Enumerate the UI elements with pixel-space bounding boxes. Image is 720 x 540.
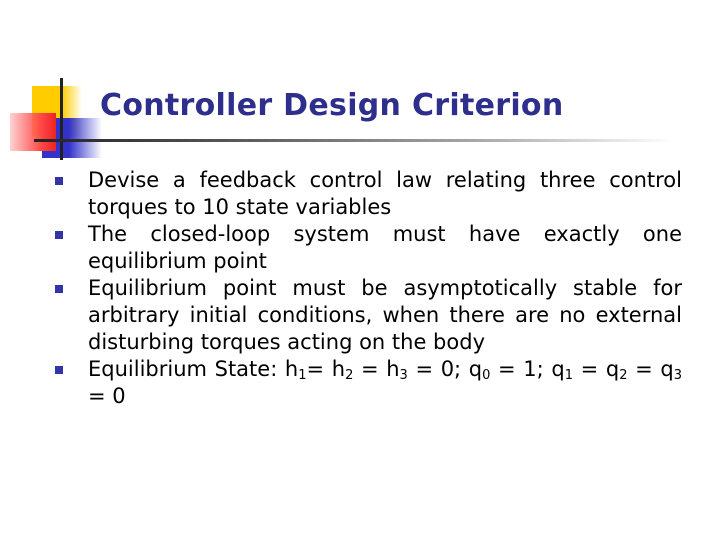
square-bullet-icon xyxy=(55,366,63,374)
square-bullet-icon xyxy=(55,285,63,293)
bullet-text: The closed-loop system must have exactly… xyxy=(88,222,682,273)
list-item: Devise a feedback control law relating t… xyxy=(54,167,682,221)
square-bullet-icon xyxy=(55,177,63,185)
list-item: The closed-loop system must have exactly… xyxy=(54,221,682,275)
title-underline xyxy=(34,139,674,142)
slide-title: Controller Design Criterion xyxy=(100,88,564,123)
decor-red-square xyxy=(10,113,56,151)
list-item: Equilibrium point must be asymptotically… xyxy=(54,275,682,356)
list-item: Equilibrium State: h1= h2 = h3 = 0; q0 =… xyxy=(54,356,682,410)
equilibrium-state-text: Equilibrium State: h1= h2 = h3 = 0; q0 =… xyxy=(88,357,682,408)
bullet-text: Equilibrium point must be asymptotically… xyxy=(88,276,682,354)
bullet-list: Devise a feedback control law relating t… xyxy=(54,167,682,410)
decor-vertical-line xyxy=(60,78,63,160)
bullet-text: Devise a feedback control law relating t… xyxy=(88,168,682,219)
square-bullet-icon xyxy=(55,231,63,239)
